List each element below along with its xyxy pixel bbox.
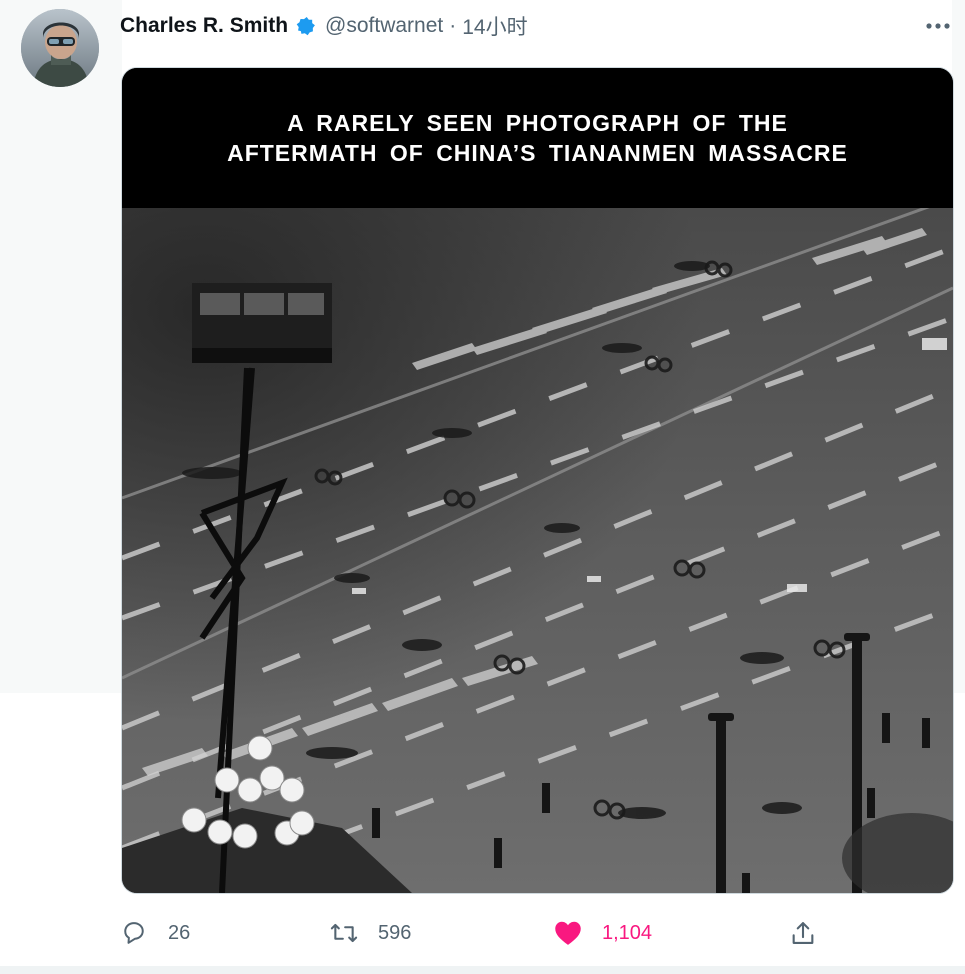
share-icon [788,918,818,948]
media-caption: A RARELY SEEN PHOTOGRAPH OF THE AFTERMAT… [227,110,848,166]
tweet-divider [0,966,965,974]
tweet-page: Charles R. Smith @softwarnet · 14小时 A RA… [0,0,965,974]
verified-badge-icon [295,15,317,37]
tweet-header: Charles R. Smith @softwarnet · 14小时 [120,9,528,43]
tweet-actions: 26 596 1,104 [119,912,839,954]
author-name[interactable]: Charles R. Smith [120,14,288,38]
reply-button[interactable]: 26 [119,912,190,954]
retweet-button[interactable]: 596 [329,912,411,954]
retweet-count: 596 [378,921,412,944]
avatar-image [21,9,99,87]
heart-icon [553,918,583,948]
reply-count: 26 [168,921,191,944]
avatar[interactable] [21,9,99,87]
like-count: 1,104 [602,921,653,944]
tweet-media[interactable]: A RARELY SEEN PHOTOGRAPH OF THE AFTERMAT… [121,67,954,894]
media-caption-band: A RARELY SEEN PHOTOGRAPH OF THE AFTERMAT… [122,68,953,208]
more-horizontal-icon[interactable] [921,12,955,40]
share-button[interactable] [788,912,818,954]
reply-icon [119,918,149,948]
author-handle[interactable]: @softwarnet [325,14,443,38]
tweet-timestamp[interactable]: 14小时 [462,11,527,41]
retweet-icon [329,918,359,948]
header-separator: · [449,14,457,37]
like-button[interactable]: 1,104 [553,912,652,954]
timeline-background-left [0,0,122,693]
street-photo [122,208,953,893]
